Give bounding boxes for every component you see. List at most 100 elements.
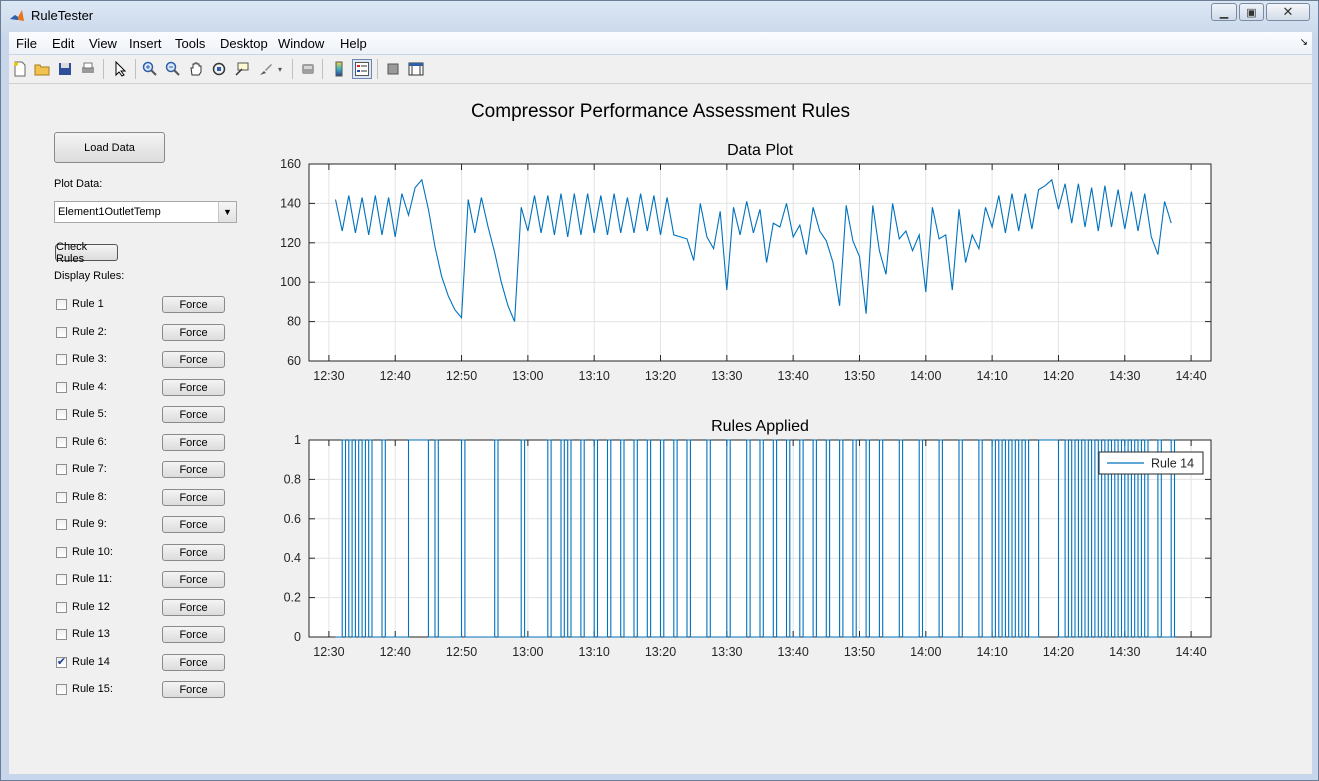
rule-6-force-button[interactable]: Force [162, 434, 225, 451]
minimize-icon: ▁ [1219, 6, 1229, 19]
rule-3-force-button[interactable]: Force [162, 351, 225, 368]
rule-8-checkbox[interactable] [56, 492, 67, 503]
plot-data-dropdown[interactable]: Element1OutletTemp ▼ [54, 201, 237, 223]
x-tick-label: 12:30 [313, 369, 344, 383]
rule-11-checkbox[interactable] [56, 574, 67, 585]
y-tick-label: 160 [280, 157, 301, 171]
rule-9-checkbox[interactable] [56, 519, 67, 530]
maximize-button[interactable]: ▣ [1239, 3, 1264, 21]
y-tick-label: 0 [294, 630, 301, 644]
rule-9-force-button[interactable]: Force [162, 516, 225, 533]
rule-12-label: Rule 12 [72, 601, 110, 613]
rule-7-force-button[interactable]: Force [162, 461, 225, 478]
menu-help[interactable]: Help [340, 36, 367, 51]
pan-hand-icon[interactable] [187, 60, 205, 78]
menu-file[interactable]: File [16, 36, 37, 51]
y-tick-label: 140 [280, 196, 301, 210]
brush-icon[interactable] [257, 60, 275, 78]
x-tick-label: 14:00 [910, 369, 941, 383]
rule-5-checkbox[interactable] [56, 409, 67, 420]
open-folder-icon[interactable] [33, 60, 51, 78]
rule-15-checkbox[interactable] [56, 684, 67, 695]
menu-insert[interactable]: Insert [129, 36, 162, 51]
colorbar-icon[interactable] [330, 60, 348, 78]
print-icon[interactable] [79, 60, 97, 78]
rule-9-label: Rule 9: [72, 518, 107, 530]
rule-12-force-button[interactable]: Force [162, 599, 225, 616]
close-button[interactable]: ✕ [1266, 3, 1310, 21]
rule-4-checkbox[interactable] [56, 382, 67, 393]
figure-title: Compressor Performance Assessment Rules [470, 101, 851, 122]
menu-window[interactable]: Window [278, 36, 324, 51]
figure-panel: Compressor Performance Assessment Rules … [9, 84, 1312, 774]
rule-11-force-button[interactable]: Force [162, 571, 225, 588]
x-tick-label: 13:10 [579, 645, 610, 659]
toolbar-separator [135, 59, 136, 79]
menu-desktop[interactable]: Desktop [220, 36, 268, 51]
rule-3-checkbox[interactable] [56, 354, 67, 365]
rule-8-label: Rule 8: [72, 491, 107, 503]
menu-edit[interactable]: Edit [52, 36, 74, 51]
show-plot-tools-icon[interactable] [407, 60, 425, 78]
rule-10-checkbox[interactable] [56, 547, 67, 558]
rule-1-checkbox[interactable] [56, 299, 67, 310]
rule-13-checkbox[interactable] [56, 629, 67, 640]
menu-tools[interactable]: Tools [175, 36, 205, 51]
data-cursor-icon[interactable] [233, 60, 251, 78]
x-tick-label: 14:20 [1043, 645, 1074, 659]
rule-14-checkbox[interactable]: ✔ [56, 657, 67, 668]
check-rules-button[interactable]: Check Rules [55, 241, 118, 265]
rule-8-force-button[interactable]: Force [162, 489, 225, 506]
save-icon[interactable] [56, 60, 74, 78]
rule-2-force-button[interactable]: Force [162, 324, 225, 341]
main-window: RuleTester ▁ ▣ ✕ File Edit View Insert T… [0, 0, 1319, 781]
rule-14-force-button[interactable]: Force [162, 654, 225, 671]
rule-13-force-button[interactable]: Force [162, 626, 225, 643]
x-tick-label: 14:40 [1175, 369, 1206, 383]
rule-15-label: Rule 15: [72, 683, 113, 695]
rule-7-checkbox[interactable] [56, 464, 67, 475]
pointer-icon[interactable] [111, 60, 129, 78]
hide-plot-tools-icon[interactable] [384, 60, 402, 78]
rule-4-label: Rule 4: [72, 381, 107, 393]
new-file-icon[interactable] [11, 60, 29, 78]
minimize-button[interactable]: ▁ [1211, 3, 1237, 21]
title-bar: RuleTester ▁ ▣ ✕ [1, 1, 1318, 31]
x-tick-label: 13:20 [645, 369, 676, 383]
load-data-button[interactable]: Load Data [54, 132, 165, 163]
rotate-3d-icon[interactable] [210, 60, 228, 78]
y-tick-label: 0.6 [284, 512, 301, 526]
rule-1-label: Rule 1 [72, 298, 104, 310]
zoom-in-icon[interactable] [141, 60, 159, 78]
rule-3-label: Rule 3: [72, 353, 107, 365]
rule-10-force-button[interactable]: Force [162, 544, 225, 561]
window-title: RuleTester [31, 8, 94, 23]
rule-6-checkbox[interactable] [56, 437, 67, 448]
plot-area [309, 164, 1211, 361]
x-tick-label: 14:10 [976, 369, 1007, 383]
rule-15-force-button[interactable]: Force [162, 681, 225, 698]
data-plot-chart: 12:30 12:40 12:50 13:00 13:10 13:20 13:30 13:40… [280, 142, 1212, 383]
zoom-out-icon[interactable] [164, 60, 182, 78]
rule-4-force-button[interactable]: Force [162, 379, 225, 396]
dock-arrow-icon[interactable]: ↘ [1300, 37, 1308, 48]
link-plot-icon[interactable] [299, 60, 317, 78]
y-tick-label: 0.2 [284, 591, 301, 605]
x-tick-label: 13:50 [844, 369, 875, 383]
y-tick-label: 60 [287, 354, 301, 368]
x-tick-label: 12:50 [446, 645, 477, 659]
x-tick-label: 14:30 [1109, 369, 1140, 383]
rule-1-force-button[interactable]: Force [162, 296, 225, 313]
y-tick-label: 1 [294, 433, 301, 447]
menu-view[interactable]: View [89, 36, 117, 51]
x-tick-label: 13:50 [844, 645, 875, 659]
rule-6-label: Rule 6: [72, 436, 107, 448]
rule-10-label: Rule 10: [72, 546, 113, 558]
rule-2-checkbox[interactable] [56, 327, 67, 338]
legend-icon[interactable] [352, 59, 372, 79]
rule-12-checkbox[interactable] [56, 602, 67, 613]
rule-5-force-button[interactable]: Force [162, 406, 225, 423]
chevron-down-icon[interactable]: ▼ [218, 202, 236, 222]
brush-dropdown-icon[interactable]: ▾ [275, 60, 285, 78]
x-tick-label: 13:30 [711, 369, 742, 383]
